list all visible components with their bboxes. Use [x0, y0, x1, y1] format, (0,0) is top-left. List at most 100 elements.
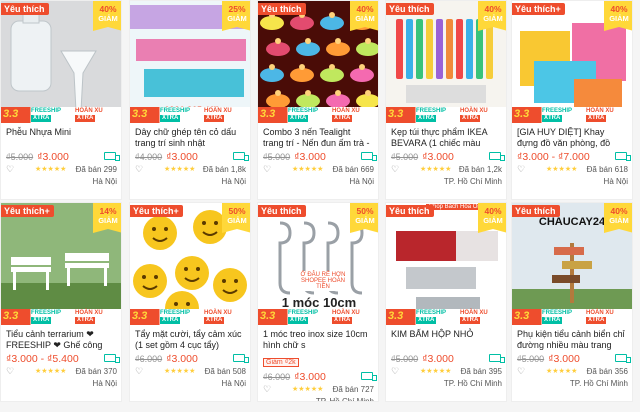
rating-stars-icon: ★★★★★ — [35, 166, 67, 173]
product-thumbnail[interactable]: Yêu thích+ 40% GIẢM 3.3 FREESHIP XTRA HOÀN… — [512, 1, 632, 123]
promo-strip: 3.3 FREESHIP XTRA HOÀN XU XTRA — [386, 107, 506, 123]
price-row: ₫5.000 ₫3.000 — [258, 149, 378, 163]
rating-row: ♡ ★★★★★ Đã bán 356 — [512, 365, 632, 379]
product-thumbnail[interactable]: CHAUCAY24 Yêu thích 40% GIẢM 3.3 FREESHIP… — [512, 203, 632, 325]
hoanxu-line2: XTRA — [204, 115, 225, 122]
location-row: TP. Hồ Chí Minh — [386, 177, 506, 191]
product-card[interactable]: Yêu thích 40% GIẢM 3.3 FREESHIP XTRA HOÀN … — [257, 0, 379, 200]
freeship-line2: XTRA — [31, 317, 52, 324]
hoanxu-line2: XTRA — [460, 317, 481, 324]
sold-count: Đã bán 669 — [332, 165, 374, 174]
product-thumbnail[interactable]: Yêu thích 40% GIẢM 3.3 FREESHIP XTRA HOÀN … — [386, 1, 506, 123]
freeship-tag: FREESHIP XTRA — [416, 310, 446, 324]
heart-icon[interactable]: ♡ — [135, 366, 143, 377]
heart-icon[interactable]: ♡ — [135, 164, 143, 175]
hoanxu-tag: HOÀN XU XTRA — [460, 310, 488, 324]
product-name[interactable]: Tiểu cảnh terrarium ❤ FREESHIP ❤ Ghế côn… — [1, 325, 121, 351]
product-name[interactable]: [GIA HUY DIỆT] Khay đựng đồ văn phòng, đ… — [512, 123, 632, 149]
hoanxu-line2: XTRA — [586, 115, 607, 122]
heart-icon[interactable]: ♡ — [517, 366, 525, 377]
favorite-badge: Yêu thích — [258, 205, 306, 217]
heart-icon[interactable]: ♡ — [263, 164, 271, 175]
heart-icon[interactable]: ♡ — [391, 366, 399, 377]
product-thumbnail[interactable]: Yêu thích+ 50% GIẢM 3.3 FREESHIP XTRA HOÀN… — [130, 203, 250, 325]
location-row: TP. Hồ Chí Minh — [386, 379, 506, 393]
location-row: Hà Nội — [1, 177, 121, 191]
product-name[interactable]: Combo 3 nến Tealight trang trí - Nến đun… — [258, 123, 378, 149]
hoanxu-line1: HOÀN XU — [204, 108, 232, 114]
freeship-truck-icon — [489, 354, 505, 363]
favorite-badge: Yêu thích+ — [1, 205, 54, 217]
product-card[interactable]: Yêu thích 40% GIẢM 3.3 FREESHIP XTRA HOÀN … — [0, 0, 122, 200]
product-thumbnail[interactable]: Shop Bách Hóa Online Yêu thích 40% GIẢM 3… — [386, 203, 506, 325]
product-card[interactable]: 1 móc 10cm Ở ĐÂU RẺ HƠN SHOPEE HOÀN TIỀN… — [257, 202, 379, 402]
seller-location: Hà Nội — [221, 177, 246, 186]
product-card[interactable]: Yêu thích 40% GIẢM 3.3 FREESHIP XTRA HOÀN … — [385, 0, 507, 200]
freeship-line2: XTRA — [160, 115, 181, 122]
product-card[interactable]: 0936.265.466 25%GIẢM 3.3 FREESHIPXTRA HO… — [129, 0, 251, 200]
product-thumbnail[interactable]: 1 móc 10cm Ở ĐÂU RẺ HƠN SHOPEE HOÀN TIỀN… — [258, 203, 378, 325]
promo-strip: 3.3 FREESHIP XTRA HOÀN XU XTRA — [258, 107, 378, 123]
discount-value: 40% — [610, 206, 628, 216]
seller-location: Hà Nội — [603, 177, 628, 186]
promo-strip: 3.3 FREESHIP XTRA HOÀN XU XTRA — [130, 309, 250, 325]
discount-suffix: GIẢM — [483, 14, 503, 23]
favorite-badge: Yêu thích — [1, 3, 49, 15]
price-row: ₫5.000 ₫3.000 — [386, 149, 506, 163]
hoanxu-line1: HOÀN XU — [332, 108, 360, 114]
product-name[interactable]: Phụ kiện tiểu cảnh biển chỉ đường nhiều … — [512, 325, 632, 351]
price-row: ₫5.000 ₫3.000 — [1, 149, 121, 163]
product-card[interactable]: Yêu thích+ 14% GIẢM 3.3 FREESHIP XTRA HOÀN… — [0, 202, 122, 402]
promo-mark: 3.3 — [3, 310, 19, 322]
sold-count: Đã bán 727 — [332, 385, 374, 394]
hoanxu-line1: HOÀN XU — [460, 310, 488, 316]
product-thumbnail[interactable]: Yêu thích 40% GIẢM 3.3 FREESHIP XTRA HOÀN … — [1, 1, 121, 123]
product-name[interactable]: Phễu Nhựa Mini — [1, 123, 121, 149]
heart-icon[interactable]: ♡ — [6, 164, 14, 175]
product-thumbnail[interactable]: Yêu thích+ 14% GIẢM 3.3 FREESHIP XTRA HOÀN… — [1, 203, 121, 325]
discount-suffix: GIẢM — [227, 216, 247, 225]
seller-location: Hà Nội — [221, 379, 246, 388]
sale-price: ₫3.000 — [166, 353, 198, 365]
old-price: ₫6.000 — [263, 372, 291, 382]
old-price: ₫5.000 — [263, 152, 291, 162]
product-name[interactable]: Kẹp túi thực phẩm IKEA BEVARA (1 chiếc m… — [386, 123, 506, 149]
hoanxu-line1: HOÀN XU — [586, 310, 614, 316]
old-price: ₫5.000 — [391, 354, 419, 364]
freeship-line1: FREESHIP — [31, 108, 62, 114]
voucher-tag: Giảm ₫2k — [263, 358, 299, 367]
discount-suffix: GIẢM — [609, 216, 629, 225]
sale-price: ₫3.000 — [422, 151, 454, 163]
old-price: ₫5.000 — [6, 152, 34, 162]
product-card[interactable]: Yêu thích+ 40% GIẢM 3.3 FREESHIP XTRA HOÀN… — [511, 0, 633, 200]
product-name[interactable]: Dây chữ ghép tên cỏ dấu trang trí sinh n… — [130, 123, 250, 149]
location-row: Hà Nội — [1, 379, 121, 393]
price-row: ₫6.000 ₫3.000 — [258, 369, 378, 383]
discount-badge: 25% GIẢM — [222, 1, 250, 31]
promo-strip: 3.3 FREESHIP XTRA HOÀN XU XTRA — [512, 309, 632, 325]
heart-icon[interactable]: ♡ — [517, 164, 525, 175]
promo-mark: 3.3 — [260, 108, 276, 120]
freeship-tag: FREESHIP XTRA — [416, 108, 446, 122]
product-card[interactable]: Shop Bách Hóa Online Yêu thích 40% GIẢM 3… — [385, 202, 507, 402]
freeship-line1: FREESHIP — [542, 108, 573, 114]
sale-price: ₫3.000 - ₫7.000 — [517, 151, 590, 163]
product-thumbnail[interactable]: Yêu thích 40% GIẢM 3.3 FREESHIP XTRA HOÀN … — [258, 1, 378, 123]
seller-location: TP. Hồ Chí Minh — [569, 379, 628, 388]
heart-icon[interactable]: ♡ — [263, 384, 271, 395]
product-thumbnail[interactable]: 0936.265.466 25%GIẢM 3.3 FREESHIPXTRA HO… — [130, 1, 250, 123]
product-card[interactable]: CHAUCAY24 Yêu thích 40% GIẢM 3.3 FREESHIP… — [511, 202, 633, 402]
promo-mark: 3.3 — [132, 310, 148, 322]
heart-icon[interactable]: ♡ — [6, 366, 14, 377]
product-card[interactable]: Yêu thích+ 50% GIẢM 3.3 FREESHIP XTRA HOÀN… — [129, 202, 251, 402]
product-name[interactable]: Tẩy mặt cười, tẩy cảm xúc (1 set gồm 4 c… — [130, 325, 250, 351]
heart-icon[interactable]: ♡ — [391, 164, 399, 175]
product-name[interactable]: 1 móc treo inox size 10cm hình chữ s — [258, 325, 378, 351]
hoanxu-tag: HOÀN XU XTRA — [586, 310, 614, 324]
location-row: Hà Nội — [130, 177, 250, 191]
freeship-tag: FREESHIP XTRA — [542, 310, 572, 324]
sale-price: ₫3.000 — [422, 353, 454, 365]
location-row: TP. Hồ Chí Minh — [512, 379, 632, 393]
product-name[interactable]: KIM BẤM HỘP NHỎ — [386, 325, 506, 351]
discount-suffix: GIẢM — [227, 14, 247, 23]
